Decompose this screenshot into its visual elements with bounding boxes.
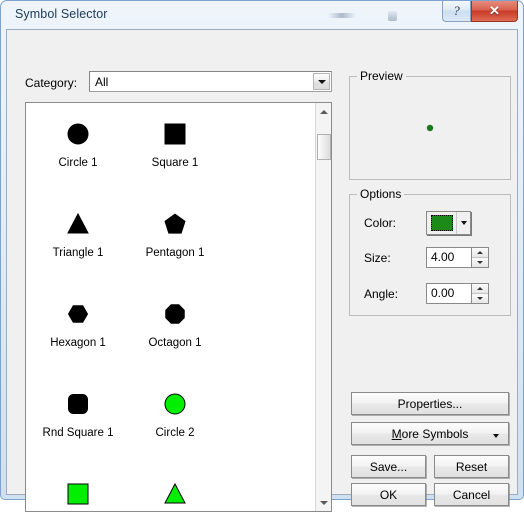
- help-icon[interactable]: ?: [442, 1, 471, 22]
- reset-button-label: Reset: [455, 459, 488, 474]
- symbol-item-label: Rnd Square 1: [42, 427, 114, 439]
- symbol-item[interactable]: Square 2: [33, 463, 123, 511]
- symbol-item[interactable]: Pentagon 1: [130, 193, 220, 283]
- titlebar-artifact: [328, 13, 356, 18]
- symbol-item[interactable]: Circle 1: [33, 103, 123, 193]
- options-group: Options Color: Size: 4.00 Angle: 0.00: [349, 187, 511, 316]
- size-stepper[interactable]: 4.00: [426, 247, 489, 268]
- close-glyph: ✕: [489, 3, 500, 18]
- properties-button[interactable]: Properties...: [351, 392, 509, 415]
- spinner-down-icon[interactable]: [472, 294, 488, 303]
- scroll-down-glyph: [320, 500, 328, 505]
- scrollbar-thumb[interactable]: [317, 133, 331, 160]
- rounded-square-icon: [65, 387, 91, 421]
- angle-spin-buttons: [471, 283, 489, 304]
- spinner-up-glyph: [477, 251, 483, 254]
- color-dropdown-chevron-down-icon[interactable]: [457, 212, 470, 234]
- angle-label: Angle:: [364, 286, 399, 301]
- color-label: Color:: [364, 216, 397, 230]
- circle-icon: [65, 117, 91, 151]
- chevron-down-icon[interactable]: [493, 427, 499, 441]
- symbol-item[interactable]: Triangle 2: [130, 463, 220, 511]
- dialog-client-area: Category: All Circle 1 Square 1 Triangle 1…: [6, 29, 518, 512]
- circle-icon: [162, 387, 188, 421]
- category-combobox[interactable]: All: [89, 71, 332, 92]
- scroll-up-arrow-icon[interactable]: [316, 103, 331, 120]
- symbol-item-label: Square 1: [151, 157, 199, 169]
- caption-button-group: ? ✕: [442, 1, 518, 22]
- symbol-list-panel[interactable]: Circle 1 Square 1 Triangle 1 Pentagon 1 Hexa…: [25, 102, 332, 512]
- titlebar-artifact: [388, 11, 397, 21]
- help-glyph: ?: [453, 3, 460, 18]
- category-selected-value: All: [95, 75, 109, 89]
- category-label: Category:: [25, 76, 78, 90]
- symbol-item-label: Pentagon 1: [145, 247, 205, 259]
- more-symbols-mnemonic: M: [391, 426, 402, 441]
- symbol-grid: Circle 1 Square 1 Triangle 1 Pentagon 1 Hexa…: [26, 103, 316, 511]
- symbol-item[interactable]: Square 1: [130, 103, 220, 193]
- more-symbols-button-label: More Symbols: [392, 427, 469, 441]
- angle-stepper[interactable]: 0.00: [426, 283, 489, 304]
- symbol-item[interactable]: Octagon 1: [130, 283, 220, 373]
- color-swatch-button[interactable]: [427, 212, 457, 234]
- triangle-icon: [65, 207, 91, 241]
- symbol-item-label: Circle 2: [155, 427, 195, 439]
- ok-button[interactable]: OK: [351, 483, 426, 506]
- size-spin-buttons: [471, 247, 489, 268]
- symbol-item[interactable]: Rnd Square 1: [33, 373, 123, 463]
- square-icon: [65, 477, 91, 511]
- color-row: Color:: [364, 211, 471, 235]
- scroll-down-arrow-icon[interactable]: [316, 494, 331, 511]
- symbol-item[interactable]: Triangle 1: [33, 193, 123, 283]
- preview-symbol-icon: [426, 124, 434, 132]
- save-button-label: Save...: [369, 459, 408, 474]
- triangle-icon: [162, 477, 188, 511]
- close-icon[interactable]: ✕: [471, 1, 518, 22]
- save-button[interactable]: Save...: [351, 455, 426, 478]
- chevron-down-glyph: [317, 79, 326, 84]
- spinner-up-icon[interactable]: [472, 248, 488, 258]
- preview-canvas: [350, 77, 510, 179]
- more-symbols-rest: ore Symbols: [401, 426, 469, 441]
- spinner-up-icon[interactable]: [472, 284, 488, 294]
- cancel-button-label: Cancel: [452, 487, 491, 502]
- symbol-item-label: Triangle 1: [52, 247, 104, 259]
- options-group-title: Options: [357, 187, 405, 201]
- chevron-down-glyph: [460, 221, 467, 225]
- symbol-list-scrollbar[interactable]: [315, 103, 331, 511]
- symbol-selector-window: Symbol Selector ? ✕ Category: All Circle…: [0, 0, 524, 512]
- octagon-icon: [162, 297, 188, 331]
- reset-button[interactable]: Reset: [434, 455, 509, 478]
- symbol-item-label: Hexagon 1: [50, 337, 106, 349]
- spinner-up-glyph: [477, 287, 483, 290]
- angle-input[interactable]: 0.00: [426, 283, 471, 304]
- preview-group: Preview: [349, 69, 511, 180]
- chevron-down-glyph: [493, 433, 499, 438]
- symbol-item[interactable]: Circle 2: [130, 373, 220, 463]
- spinner-down-glyph: [477, 297, 483, 300]
- symbol-item[interactable]: Hexagon 1: [33, 283, 123, 373]
- angle-row: Angle: 0.00: [364, 283, 489, 304]
- symbol-item-label: Circle 1: [58, 157, 98, 169]
- more-symbols-button[interactable]: More Symbols: [351, 422, 509, 445]
- properties-button-label: Properties...: [397, 396, 463, 411]
- spinner-down-glyph: [477, 261, 483, 264]
- spinner-down-icon[interactable]: [472, 258, 488, 267]
- hexagon-icon: [65, 297, 91, 331]
- window-title: Symbol Selector: [15, 7, 108, 21]
- color-picker[interactable]: [426, 211, 471, 235]
- size-label: Size:: [364, 250, 391, 265]
- color-swatch: [430, 215, 453, 231]
- ok-button-label: OK: [379, 487, 398, 502]
- title-bar[interactable]: Symbol Selector ? ✕: [6, 1, 518, 29]
- scroll-up-glyph: [320, 109, 328, 114]
- size-input[interactable]: 4.00: [426, 247, 471, 268]
- size-row: Size: 4.00: [364, 247, 489, 268]
- chevron-down-icon[interactable]: [313, 73, 330, 90]
- cancel-button[interactable]: Cancel: [434, 483, 509, 506]
- square-icon: [162, 117, 188, 151]
- symbol-item-label: Octagon 1: [148, 337, 202, 349]
- pentagon-icon: [162, 207, 188, 241]
